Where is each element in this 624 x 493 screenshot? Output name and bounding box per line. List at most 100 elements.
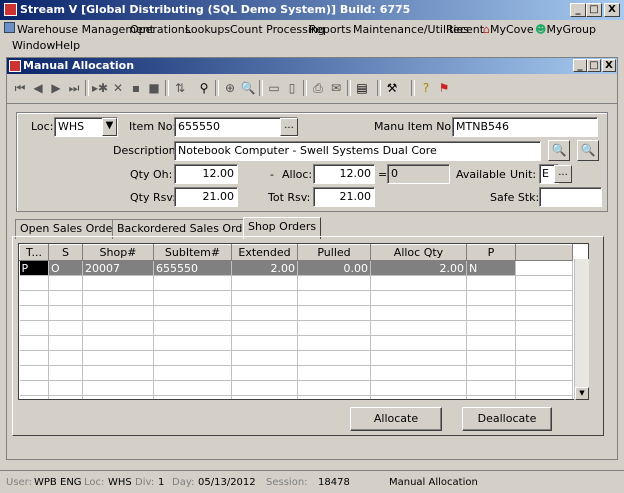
menu-bar: Warehouse Management Operations Lookups … xyxy=(0,20,624,56)
mdi-title: Manual Allocation xyxy=(23,59,135,72)
binoculars-icon[interactable]: ⚲ xyxy=(195,79,213,97)
safe-stk-field[interactable] xyxy=(539,187,602,207)
document-icon[interactable]: ▯ xyxy=(283,79,301,97)
close-button[interactable]: X xyxy=(604,3,620,17)
safe-stk-label: Safe Stk: xyxy=(490,191,540,204)
menu-item-mycove[interactable]: ⌂MyCove xyxy=(483,22,534,38)
mdi-close-button[interactable]: X xyxy=(602,59,616,72)
delete-record-icon[interactable]: ✕ xyxy=(109,79,127,97)
insert-record-icon[interactable]: ▸✱ xyxy=(91,79,109,97)
empty-table-row xyxy=(19,320,573,336)
qty-rsv-field[interactable]: 21.00 xyxy=(174,187,238,207)
mdi-title-bar: Manual Allocation _ □ X xyxy=(7,58,617,74)
last-record-icon[interactable]: ⏭ xyxy=(65,79,83,97)
status-session-label: Session: xyxy=(266,477,308,488)
search-icon[interactable]: 🔍 xyxy=(577,140,599,161)
status-user-label: User: xyxy=(6,477,32,488)
empty-table-row xyxy=(19,305,573,321)
minus-sign: - xyxy=(270,168,274,181)
qty-oh-field[interactable]: 12.00 xyxy=(174,164,238,184)
zoom-icon[interactable]: ⊕ xyxy=(221,79,239,97)
save-icon[interactable]: ▪ xyxy=(127,79,145,97)
column-header-extended[interactable]: Extended xyxy=(231,244,298,261)
deallocate-button[interactable]: Deallocate xyxy=(462,407,552,431)
minimize-button[interactable]: _ xyxy=(570,3,586,17)
loc-select[interactable]: WHS ▼ xyxy=(54,117,118,137)
status-session: 18478 xyxy=(318,477,350,488)
mdi-minimize-button[interactable]: _ xyxy=(573,59,587,72)
alloc-field[interactable]: 12.00 xyxy=(313,164,375,184)
status-bar: User: WPB ENG Loc: WHS Div: 1 Day: 05/13… xyxy=(0,470,624,493)
cell-alloc-qty[interactable]: 2.00 xyxy=(370,260,467,276)
next-record-icon[interactable]: ▶ xyxy=(47,79,65,97)
alloc-label: Alloc: xyxy=(282,168,313,181)
item-no-label: Item No: xyxy=(129,120,177,133)
allocate-button[interactable]: Allocate xyxy=(350,407,442,431)
column-header-s[interactable]: S xyxy=(48,244,83,261)
column-header-filler xyxy=(515,244,573,261)
mdi-icon xyxy=(9,60,21,72)
column-header-alloc-qty[interactable]: Alloc Qty xyxy=(370,244,467,261)
tools-icon[interactable]: ⚒ xyxy=(383,79,401,97)
cell-shop[interactable]: 20007 xyxy=(82,260,154,276)
app-title: Stream V [Global Distributing (SQL Demo … xyxy=(20,3,411,16)
help-icon[interactable]: ? xyxy=(417,79,435,97)
column-header-subitem[interactable]: SubItem# xyxy=(153,244,232,261)
chevron-down-icon[interactable]: ▼ xyxy=(102,118,117,136)
column-header-p[interactable]: P xyxy=(466,244,516,261)
cell-pulled[interactable]: 0.00 xyxy=(297,260,371,276)
menu-item-mygroup[interactable]: ☻MyGroup xyxy=(535,22,596,38)
manu-item-field[interactable]: MTNB546 xyxy=(452,117,598,137)
manu-item-label: Manu Item No: xyxy=(374,120,455,133)
status-screen: Manual Allocation xyxy=(389,477,478,488)
form-view-icon[interactable]: ▭ xyxy=(265,79,283,97)
search-icon[interactable]: 🔍 xyxy=(548,140,570,161)
menu-item-operations[interactable]: Operations xyxy=(130,22,190,38)
previous-record-icon[interactable]: ◀ xyxy=(29,79,47,97)
cancel-icon[interactable]: ■ xyxy=(145,79,163,97)
qty-oh-label: Qty Oh: xyxy=(130,168,173,181)
email-icon[interactable]: ✉ xyxy=(327,79,345,97)
app-icon xyxy=(4,3,17,16)
mdi-maximize-button[interactable]: □ xyxy=(587,59,601,72)
export-icon[interactable]: ▤ xyxy=(353,79,371,97)
description-field[interactable]: Notebook Computer - Swell Systems Dual C… xyxy=(174,141,541,161)
table-row[interactable]: P O 20007 655550 2.00 0.00 2.00 N xyxy=(19,260,573,276)
empty-table-row xyxy=(19,290,573,306)
menu-item-recent[interactable]: Recent xyxy=(446,22,484,38)
status-div: 1 xyxy=(158,477,165,488)
cell-p[interactable]: N xyxy=(466,260,516,276)
menu-item-lookups[interactable]: Lookups xyxy=(185,22,230,38)
grid-vertical-scrollbar[interactable]: ▼ xyxy=(574,259,589,400)
exit-icon[interactable]: ⚑ xyxy=(435,79,453,97)
unit-lookup-button[interactable]: ... xyxy=(554,165,572,183)
search-icon[interactable]: 🔍 xyxy=(239,79,257,97)
scroll-down-arrow-icon[interactable]: ▼ xyxy=(575,387,589,400)
sort-icon[interactable]: ⇅ xyxy=(171,79,189,97)
empty-table-row xyxy=(19,365,573,381)
cell-t[interactable]: P xyxy=(19,260,49,276)
loc-label: Loc: xyxy=(31,120,54,133)
first-record-icon[interactable]: ⏮ xyxy=(11,79,29,97)
cell-extended[interactable]: 2.00 xyxy=(231,260,298,276)
shop-orders-grid[interactable]: T... S Shop# SubItem# Extended Pulled Al… xyxy=(18,243,589,400)
maximize-button[interactable]: □ xyxy=(586,3,602,17)
empty-table-row xyxy=(19,350,573,366)
column-header-shop[interactable]: Shop# xyxy=(82,244,154,261)
cell-subitem[interactable]: 655550 xyxy=(153,260,232,276)
cell-s[interactable]: O xyxy=(48,260,83,276)
status-day-label: Day: xyxy=(172,477,195,488)
menu-item-reports[interactable]: Reports xyxy=(309,22,351,38)
menu-item-help[interactable]: Help xyxy=(55,38,80,54)
group-icon: ☻ xyxy=(535,23,547,36)
column-header-t[interactable]: T... xyxy=(19,244,49,261)
status-loc-label: Loc: xyxy=(84,477,105,488)
toolbar: ⏮ ◀ ▶ ⏭ ▸✱ ✕ ▪ ■ ⇅ ⚲ ⊕ 🔍 ▭ ▯ ⎙ ✉ ▤ ⚒ ? ⚑ xyxy=(7,74,617,104)
tot-rsv-field[interactable]: 21.00 xyxy=(313,187,375,207)
column-header-pulled[interactable]: Pulled xyxy=(297,244,371,261)
house-icon: ⌂ xyxy=(483,23,490,36)
print-icon[interactable]: ⎙ xyxy=(309,79,327,97)
menu-item-window[interactable]: Window xyxy=(12,38,55,54)
app-title-bar: Stream V [Global Distributing (SQL Demo … xyxy=(0,0,624,20)
item-lookup-button[interactable]: ... xyxy=(280,118,298,136)
